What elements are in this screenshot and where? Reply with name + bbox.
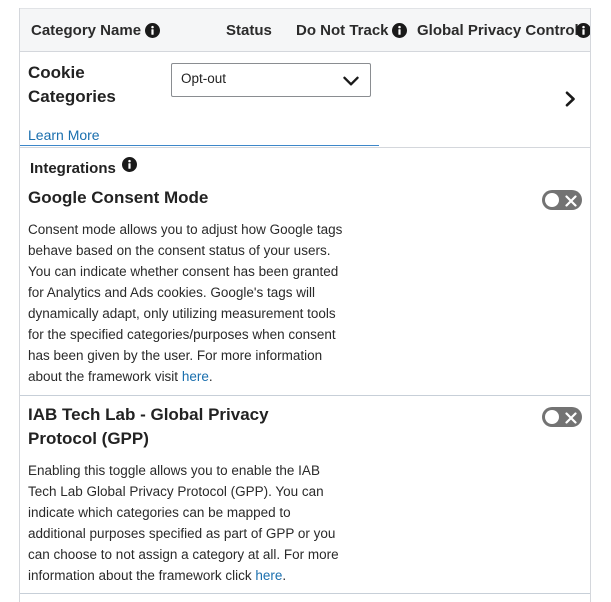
info-icon[interactable] <box>145 23 160 38</box>
close-icon <box>565 411 577 429</box>
integration-description: Consent mode allows you to adjust how Go… <box>28 219 350 387</box>
here-link[interactable]: here <box>255 568 282 583</box>
integration-title: IAB Tech Lab - Global Privacy Protocol (… <box>28 405 269 448</box>
info-icon[interactable] <box>576 23 590 38</box>
description-suffix: . <box>282 568 287 583</box>
divider <box>20 395 590 396</box>
cookie-categories-title: Cookie Categories <box>28 63 116 106</box>
row-focus-underline <box>20 145 379 146</box>
cookie-categories-row: Cookie Categories Learn More Opt-out <box>20 52 590 147</box>
chevron-right-icon[interactable] <box>565 91 576 112</box>
status-select[interactable]: Opt-out <box>171 63 371 97</box>
chevron-down-icon <box>343 74 359 92</box>
header-status: Status <box>226 22 272 39</box>
header-global-privacy-control: Global Privacy Control <box>417 22 579 39</box>
integration-description: Enabling this toggle allows you to enabl… <box>28 460 350 586</box>
header-do-not-track: Do Not Track <box>296 22 389 39</box>
info-icon[interactable] <box>122 157 137 172</box>
here-link[interactable]: here <box>182 369 209 384</box>
gpp-toggle[interactable] <box>542 407 582 427</box>
close-icon <box>565 194 577 212</box>
divider <box>20 147 590 148</box>
header-category-name: Category Name <box>31 22 142 39</box>
google-consent-mode-toggle[interactable] <box>542 190 582 210</box>
toggle-knob <box>545 193 559 207</box>
toggle-knob <box>545 410 559 424</box>
description-text: Consent mode allows you to adjust how Go… <box>28 222 343 384</box>
learn-more-link[interactable]: Learn More <box>28 127 100 143</box>
integrations-heading: Integrations <box>30 160 116 177</box>
description-text: Enabling this toggle allows you to enabl… <box>28 463 339 583</box>
integration-title: Google Consent Mode <box>28 188 209 207</box>
status-select-value: Opt-out <box>181 71 227 86</box>
info-icon[interactable] <box>392 23 407 38</box>
table-header: Category Name Status Do Not Track Global… <box>20 8 590 52</box>
privacy-settings-panel: Category Name Status Do Not Track Global… <box>19 8 591 602</box>
divider <box>20 593 590 594</box>
description-suffix: . <box>208 369 213 384</box>
